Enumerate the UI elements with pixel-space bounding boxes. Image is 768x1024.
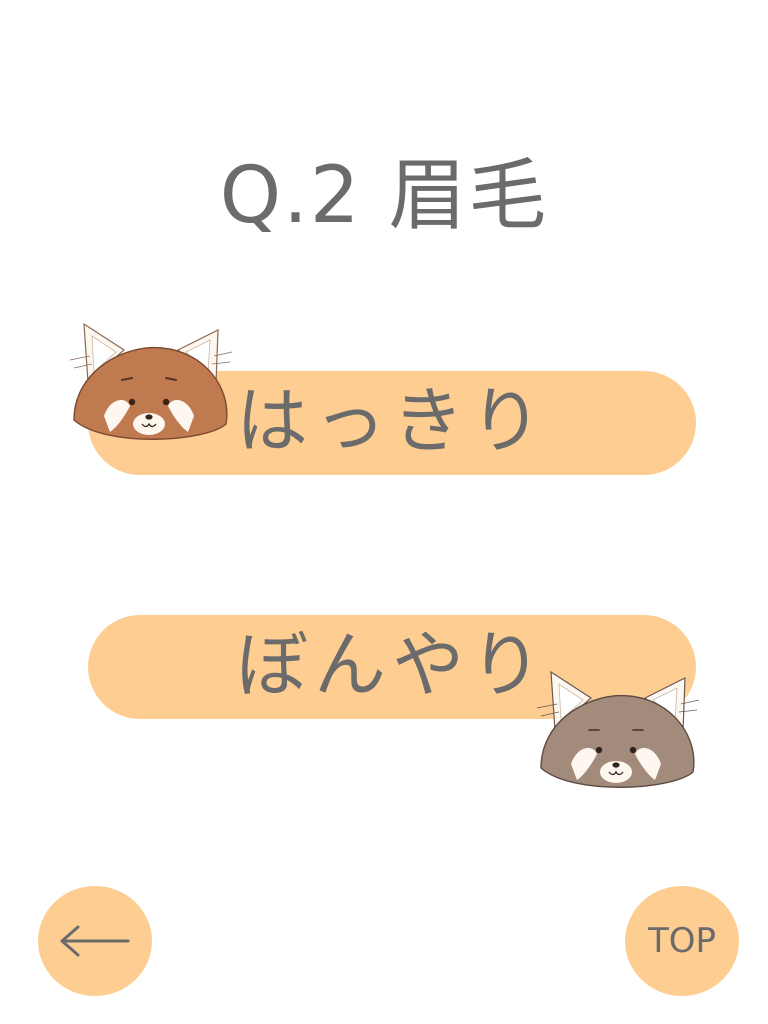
top-button-label: TOP (647, 921, 717, 961)
answer-button-hakkiri[interactable]: はっきり (88, 371, 696, 475)
question-title: Q.2 眉毛 (219, 151, 549, 241)
answer-label: はっきり (235, 379, 548, 463)
top-button[interactable]: TOP (625, 886, 739, 996)
left-arrow-icon (60, 925, 130, 957)
answer-label: ぼんやり (235, 623, 548, 707)
quiz-screen: Q.2 眉毛 はっきり ぼんやり TOP (0, 0, 768, 1024)
answer-button-bonyari[interactable]: ぼんやり (88, 615, 696, 719)
back-button[interactable] (38, 886, 152, 996)
